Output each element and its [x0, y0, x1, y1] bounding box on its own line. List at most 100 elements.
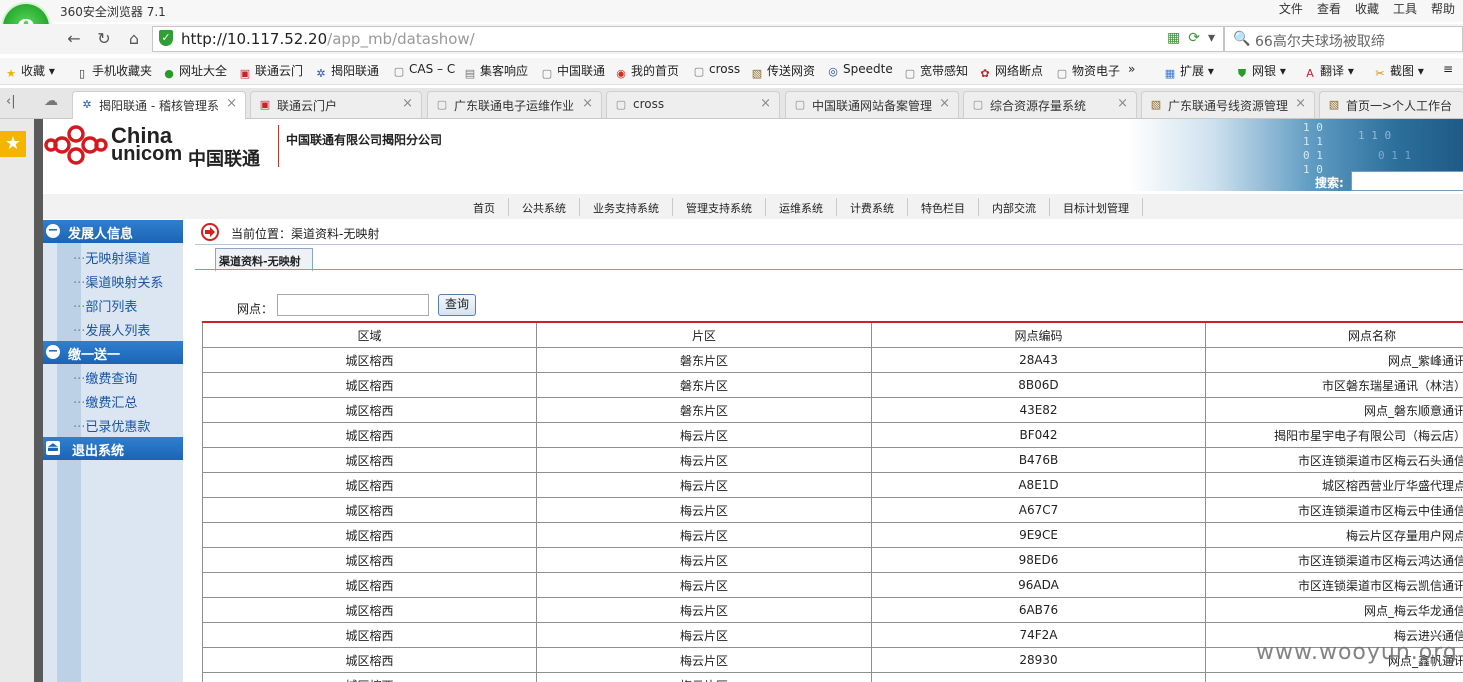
- outlet-name-cell: 市区连锁渠道市区梅云中佳通信: [1205, 497, 1463, 523]
- table-row: 城区榕西 梅云片区 A67C7 市区连锁渠道市区梅云中佳通信: [202, 497, 1463, 523]
- close-tab-icon[interactable]: ×: [402, 96, 413, 111]
- close-tab-icon[interactable]: ×: [580, 96, 593, 111]
- area-cell: 磐东片区: [536, 397, 872, 423]
- tab-workbench[interactable]: ▧ 首页一>个人工作台: [1319, 91, 1463, 118]
- netbank-button[interactable]: ⛊ 网银 ▾: [1235, 62, 1286, 81]
- tab-jieyang[interactable]: ✲ 揭阳联通 - 稽核管理系 ×: [72, 91, 246, 119]
- dropdown-icon[interactable]: ▾: [1208, 30, 1215, 46]
- bookmark-broadband[interactable]: ▢ 宽带感知: [903, 62, 968, 81]
- region-cell: 城区榕西: [202, 422, 537, 448]
- menu-group-developer-info[interactable]: − 发展人信息: [43, 220, 183, 243]
- menu-item-developer-list[interactable]: ···发展人列表: [73, 320, 150, 339]
- close-tab-icon[interactable]: ×: [224, 96, 237, 111]
- tab-resources[interactable]: ▢ 综合资源存量系统 ×: [963, 91, 1137, 118]
- bookmark-hao[interactable]: ● 网址大全: [162, 62, 227, 81]
- nav-operations[interactable]: 运维系统: [779, 200, 823, 216]
- home-icon[interactable]: ⌂: [122, 28, 146, 50]
- nav-featured[interactable]: 特色栏目: [921, 200, 965, 216]
- tab-cross[interactable]: ▢ cross ×: [606, 91, 780, 118]
- top-navigation: 首页 公共系统 业务支持系统 管理支持系统 运维系统 计费系统 特色栏目 内部交…: [43, 194, 1463, 219]
- bookmark-unicom-cloud[interactable]: ▣ 联通云门: [238, 62, 303, 81]
- close-tab-icon[interactable]: ×: [1293, 96, 1306, 111]
- page-favicon-icon: ▧: [1150, 98, 1162, 111]
- outlet-name-cell: 市区连锁渠道市区梅云凯信通讯: [1205, 572, 1463, 598]
- nav-management-support[interactable]: 管理支持系统: [686, 200, 752, 216]
- menu-item-department-list[interactable]: ···部门列表: [73, 296, 137, 315]
- bookmark-menu-icon[interactable]: ≡: [1443, 62, 1453, 76]
- tab-gd-maintenance[interactable]: ▢ 广东联通电子运维作业 ×: [427, 91, 602, 118]
- back-icon[interactable]: ←: [62, 28, 86, 50]
- security-shield-icon[interactable]: ✓: [159, 30, 173, 46]
- outlet-code-cell: 98ED6: [871, 547, 1206, 573]
- menu-item-unmapped-channel[interactable]: ···无映射渠道: [73, 248, 150, 267]
- bookmark-cross[interactable]: ▢ cross: [692, 62, 740, 79]
- tab-site-record[interactable]: ▢ 中国联通网站备案管理 ×: [785, 91, 959, 118]
- search-box[interactable]: 🔍 66高尔夫球场被取缔: [1224, 26, 1463, 52]
- address-url[interactable]: http://10.117.52.20/app_mb/datashow/: [181, 30, 475, 48]
- nav-billing[interactable]: 计费系统: [850, 200, 894, 216]
- sidebar-splitter[interactable]: [34, 119, 43, 682]
- more-bookmarks-icon[interactable]: »: [1128, 62, 1135, 76]
- menu-tools[interactable]: 工具: [1393, 0, 1417, 17]
- menu-bar: 文件 查看 收藏 工具 帮助: [1279, 0, 1455, 17]
- outlet-code-cell: 8B06D: [871, 372, 1206, 398]
- bookmark-weibo[interactable]: ◉ 我的首页: [614, 62, 679, 81]
- region-cell: 城区榕西: [202, 572, 537, 598]
- bookmark-breakpoint[interactable]: ✿ 网络断点: [978, 62, 1043, 81]
- tab-scroll-left-icon[interactable]: ‹|: [6, 94, 16, 109]
- menu-item-channel-mapping[interactable]: ···渠道映射关系: [73, 272, 163, 291]
- translate-button[interactable]: A 翻译 ▾: [1303, 62, 1354, 81]
- extensions-button[interactable]: ▦ 扩展 ▾: [1163, 62, 1214, 81]
- header-divider: [278, 125, 279, 167]
- outlet-input[interactable]: [277, 294, 429, 316]
- search-input[interactable]: 66高尔夫球场被取缔: [1255, 31, 1385, 51]
- bookmark-jieyang[interactable]: ✲ 揭阳联通: [314, 62, 379, 81]
- table-row: 城区榕西 梅云片区 A8E1D 城区榕西营业厅华盛代理点: [202, 472, 1463, 498]
- favorites-star-icon[interactable]: ★: [0, 131, 26, 157]
- reload-icon[interactable]: ↻: [92, 28, 116, 50]
- menu-item-payment-query[interactable]: ···缴费查询: [73, 368, 137, 387]
- web-page: China unicom 中国联通 中国联通有限公司揭阳分公司 1 0 1 1 …: [43, 119, 1463, 682]
- menu-file[interactable]: 文件: [1279, 0, 1303, 17]
- menu-group-pay-one-get-one[interactable]: − 缴一送一: [43, 341, 183, 364]
- cloud-icon[interactable]: ☁: [44, 93, 58, 109]
- screenshot-button[interactable]: ✂ 截图 ▾: [1373, 62, 1423, 81]
- window-title: 360安全浏览器 7.1: [60, 5, 166, 19]
- bookmark-mobile[interactable]: ▯ 手机收藏夹: [75, 62, 152, 81]
- close-tab-icon[interactable]: ×: [760, 96, 771, 111]
- menu-item-payment-summary[interactable]: ···缴费汇总: [73, 392, 137, 411]
- bookmark-china-unicom[interactable]: ▢ 中国联通: [540, 62, 605, 81]
- close-tab-icon[interactable]: ×: [1117, 96, 1128, 111]
- nav-home[interactable]: 首页: [473, 200, 495, 216]
- menu-item-recorded-discounts[interactable]: ···已录优惠款: [73, 416, 150, 435]
- outlet-name-cell: 网点_紫峰通讯: [1205, 347, 1463, 373]
- query-button[interactable]: 查询: [438, 294, 476, 316]
- bookmark-speedtest[interactable]: ◎ Speedte: [826, 62, 893, 79]
- region-cell: 城区榕西: [202, 522, 537, 548]
- outlet-code-cell: [871, 672, 1206, 682]
- nav-business-support[interactable]: 业务支持系统: [593, 200, 659, 216]
- bookmark-favorites[interactable]: ★ 收藏 ▾: [4, 62, 55, 81]
- bookmark-transport[interactable]: ▧ 传送网资: [750, 62, 815, 81]
- qr-code-icon[interactable]: ▦: [1167, 30, 1180, 46]
- nav-target-plan[interactable]: 目标计划管理: [1063, 200, 1129, 216]
- region-cell: 城区榕西: [202, 472, 537, 498]
- bookmark-jike[interactable]: ▤ 集客响应: [463, 62, 528, 81]
- bookmark-materials[interactable]: ▢ 物资电子: [1055, 62, 1120, 81]
- bookmark-cas[interactable]: ▢ CAS – C: [392, 62, 455, 79]
- search-icon[interactable]: 🔍: [1233, 31, 1250, 47]
- menu-view[interactable]: 查看: [1317, 0, 1341, 17]
- menu-favorites[interactable]: 收藏: [1355, 0, 1379, 17]
- address-bar[interactable]: ✓ http://10.117.52.20/app_mb/datashow/ ▦…: [152, 26, 1224, 52]
- nav-internal[interactable]: 内部交流: [992, 200, 1036, 216]
- tab-number-resources[interactable]: ▧ 广东联通号线资源管理 ×: [1141, 91, 1315, 118]
- tab-unicom-portal[interactable]: ▣ 联通云门户 ×: [250, 91, 422, 118]
- compat-mode-icon[interactable]: ⟳: [1188, 30, 1200, 46]
- outlet-code-cell: A8E1D: [871, 472, 1206, 498]
- menu-help[interactable]: 帮助: [1431, 0, 1455, 17]
- outlet-code-cell: 43E82: [871, 397, 1206, 423]
- menu-logout[interactable]: ⏏ 退出系统: [43, 437, 183, 460]
- nav-public-system[interactable]: 公共系统: [522, 200, 566, 216]
- close-tab-icon[interactable]: ×: [937, 96, 950, 111]
- header-search-input[interactable]: [1351, 171, 1463, 191]
